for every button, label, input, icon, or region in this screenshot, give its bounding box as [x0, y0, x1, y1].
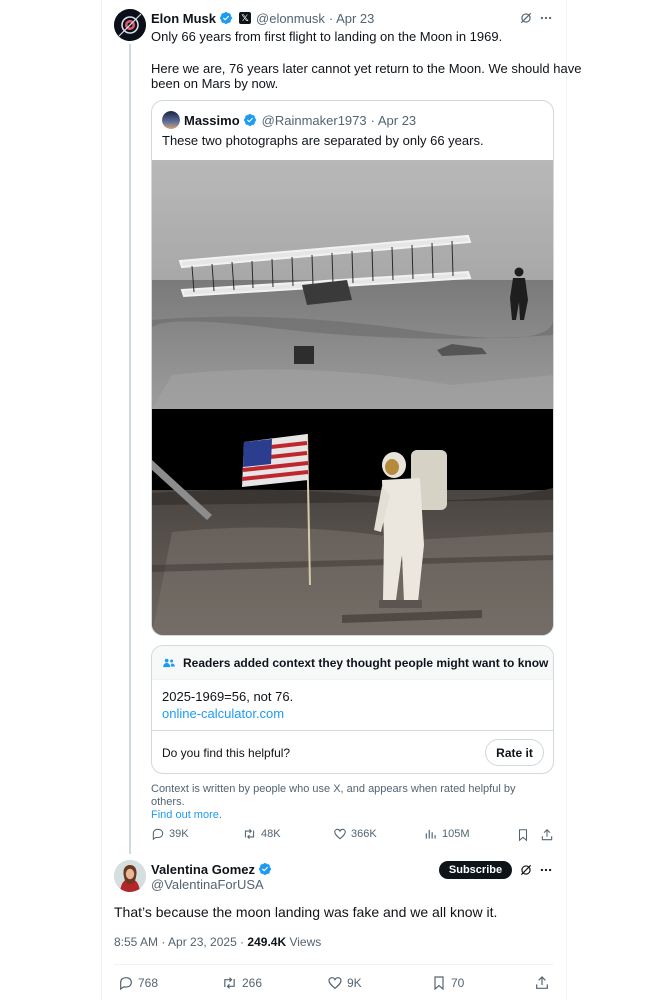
repost-action[interactable]: 48K [242, 827, 281, 841]
reply-like-count: 9K [347, 976, 362, 990]
people-icon [163, 658, 175, 667]
footnote-text: Context is written by people who use X, … [151, 783, 516, 808]
like-count: 366K [351, 828, 377, 840]
more-options-icon[interactable] [538, 862, 554, 878]
community-note-footnote: Context is written by people who use X, … [151, 783, 551, 822]
grok-icon[interactable] [518, 862, 534, 878]
reply-author-avatar[interactable] [114, 860, 146, 892]
reply-views-count: 249.4K [247, 935, 287, 949]
divider [114, 964, 554, 965]
share-icon[interactable] [534, 975, 550, 991]
reply-meta: 8:55 AM · Apr 23, 2025 · 249.4K Views [114, 935, 321, 949]
views-count: 105M [442, 828, 470, 840]
quoted-tweet-card[interactable]: Massimo @Rainmaker1973 · Apr 23 These tw… [151, 100, 554, 636]
tweet-header: Elon Musk 𝕏 @elonmusk · Apr 23 [151, 10, 374, 26]
tweet-text-line1: Only 66 years from first flight to landi… [151, 29, 503, 44]
quoted-text: These two photographs are separated by o… [162, 133, 484, 148]
author-handle[interactable]: @elonmusk [256, 11, 325, 26]
author-avatar[interactable] [114, 9, 146, 41]
quoted-header: Massimo @Rainmaker1973 · Apr 23 [184, 112, 416, 128]
quoted-author-name: Massimo [184, 112, 240, 128]
rate-it-button[interactable]: Rate it [485, 739, 544, 766]
views-action[interactable]: 105M [424, 827, 470, 841]
heart-icon [334, 828, 346, 840]
reply-author-name[interactable]: Valentina Gomez [151, 862, 255, 877]
reply-timestamp[interactable]: 8:55 AM · Apr 23, 2025 · [114, 935, 247, 949]
footnote-period: . [218, 809, 222, 821]
reply-icon [120, 977, 132, 991]
reply-bookmark-count: 70 [451, 976, 465, 990]
quoted-author-avatar [162, 111, 180, 129]
tweet-date[interactable]: · Apr 23 [329, 11, 375, 26]
helpful-question: Do you find this helpful? [162, 746, 291, 760]
bookmark-icon[interactable] [515, 827, 531, 843]
reply-bookmark-action[interactable]: 70 [431, 975, 464, 991]
tweet-text-line2: Here we are, 76 years later cannot yet r… [151, 61, 582, 76]
reply-icon [152, 828, 164, 841]
repost-count: 48K [261, 828, 281, 840]
bookmark-icon [434, 976, 444, 991]
views-chart-icon [425, 829, 436, 839]
community-note-source-link[interactable]: online-calculator.com [162, 706, 284, 721]
divider [152, 730, 553, 731]
photo-wright-flyer-and-moon-landing[interactable] [152, 160, 553, 635]
reply-reply-count: 768 [138, 976, 159, 990]
thread-connector [129, 44, 131, 854]
grok-icon[interactable] [518, 10, 534, 26]
reply-author-handle[interactable]: @ValentinaForUSA [151, 877, 264, 892]
community-note-header: Readers added context they thought peopl… [152, 646, 553, 680]
reply-like-action[interactable]: 9K [327, 975, 362, 991]
quoted-date: · Apr 23 [370, 112, 417, 128]
reply-count: 39K [169, 828, 189, 840]
subscribe-button[interactable]: Subscribe [439, 861, 512, 879]
reply-reply-action[interactable]: 768 [118, 975, 158, 991]
reply-text: That’s because the moon landing was fake… [114, 904, 498, 920]
tweet-text-line3: been on Mars by now. [151, 76, 279, 91]
verified-badge-icon [220, 12, 232, 24]
reply-header: Valentina Gomez [151, 861, 272, 877]
verified-badge-icon [243, 114, 256, 126]
verified-badge-icon [259, 863, 272, 875]
share-icon[interactable] [539, 827, 555, 843]
reply-repost-count: 266 [242, 976, 263, 990]
author-name[interactable]: Elon Musk [151, 11, 216, 26]
community-note-body: 2025-1969=56, not 76. [162, 689, 294, 704]
heart-icon [328, 977, 342, 990]
quoted-author-handle: @Rainmaker1973 [261, 112, 367, 128]
quoted-media[interactable] [152, 160, 553, 635]
find-out-more-link[interactable]: Find out more [151, 809, 219, 821]
repost-icon [244, 828, 255, 840]
reply-action[interactable]: 39K [151, 827, 189, 841]
reply-repost-action[interactable]: 266 [221, 975, 262, 991]
more-options-icon[interactable] [538, 10, 554, 26]
community-note: Readers added context they thought peopl… [151, 645, 554, 774]
like-action[interactable]: 366K [333, 827, 377, 841]
x-affiliate-icon: 𝕏 [239, 12, 252, 24]
community-note-title: Readers added context they thought peopl… [183, 655, 549, 670]
repost-icon [224, 977, 235, 989]
reply-views-label: Views [286, 935, 322, 949]
